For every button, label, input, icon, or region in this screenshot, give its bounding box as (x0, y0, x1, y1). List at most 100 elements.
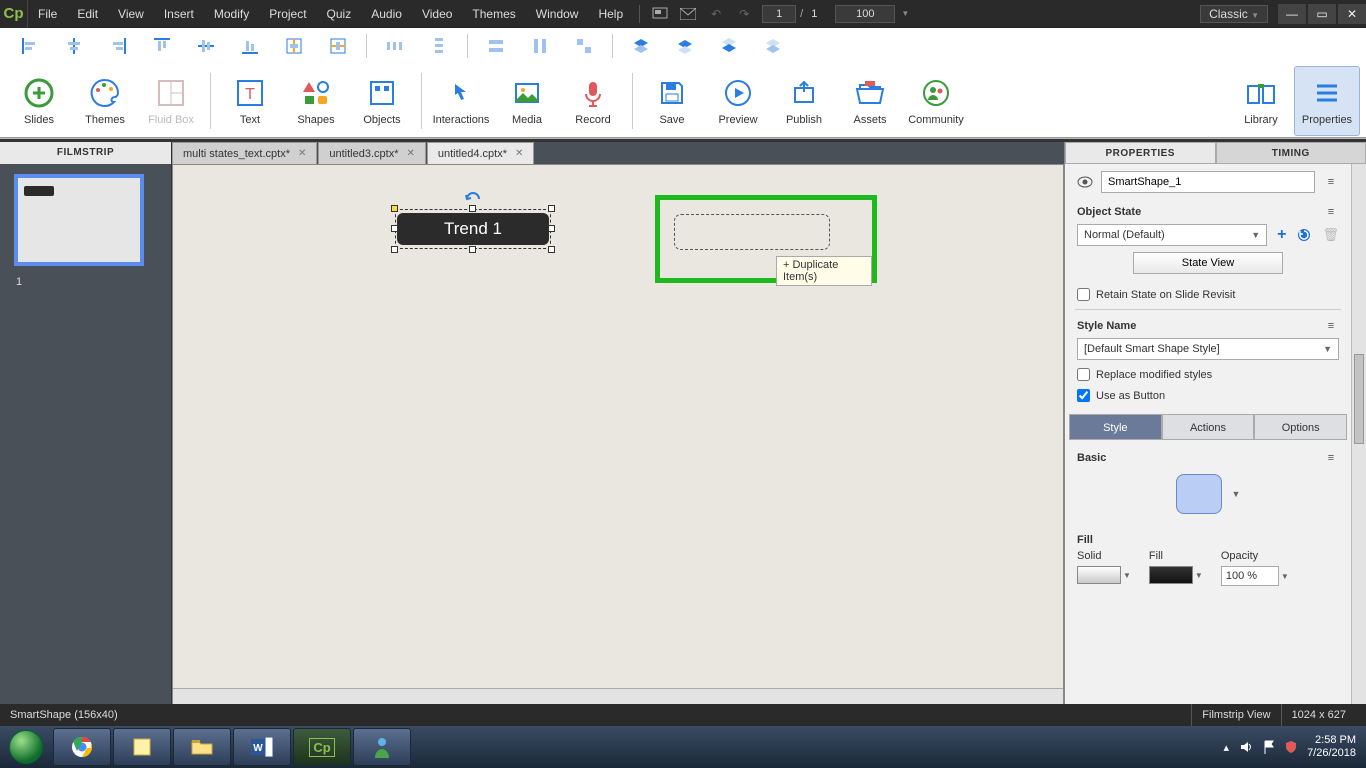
menu-insert[interactable]: Insert (154, 0, 204, 28)
resize-handle-se[interactable] (548, 246, 555, 253)
doc-tab-1[interactable]: untitled3.cptx*✕ (318, 142, 426, 164)
bring-front-icon[interactable] (619, 31, 663, 61)
solid-swatch[interactable] (1077, 566, 1121, 584)
tray-flag-icon[interactable] (1263, 740, 1275, 754)
style-name-dropdown[interactable]: [Default Smart Shape Style]▼ (1077, 338, 1339, 360)
page-current-field[interactable]: 1 (762, 5, 796, 23)
tray-volume-icon[interactable] (1239, 740, 1253, 754)
menu-project[interactable]: Project (259, 0, 316, 28)
retain-state-checkbox[interactable] (1077, 288, 1090, 301)
tray-chevron-icon[interactable]: ▴ (1224, 741, 1230, 754)
zoom-field[interactable]: 100 (835, 5, 895, 23)
taskbar-word[interactable]: W (233, 728, 291, 766)
tray-shield-icon[interactable] (1285, 740, 1297, 754)
properties-button[interactable]: Properties (1294, 66, 1360, 136)
same-size-icon[interactable] (562, 31, 606, 61)
objects-button[interactable]: Objects (349, 66, 415, 136)
mail-icon[interactable] (678, 4, 698, 24)
menu-view[interactable]: View (108, 0, 154, 28)
reset-state-icon[interactable] (1296, 227, 1312, 243)
same-height-icon[interactable] (518, 31, 562, 61)
menu-audio[interactable]: Audio (361, 0, 412, 28)
distribute-v-icon[interactable] (417, 31, 461, 61)
library-button[interactable]: Library (1228, 66, 1294, 136)
opacity-field[interactable]: 100 % (1221, 566, 1279, 586)
add-state-icon[interactable]: + (1277, 226, 1286, 244)
resize-handle-w[interactable] (391, 225, 398, 232)
taskbar-notes[interactable] (113, 728, 171, 766)
taskbar-explorer[interactable] (173, 728, 231, 766)
send-backward-icon[interactable] (707, 31, 751, 61)
tray-clock[interactable]: 2:58 PM7/26/2018 (1307, 734, 1356, 760)
menu-help[interactable]: Help (588, 0, 633, 28)
align-center-h-icon[interactable] (52, 31, 96, 61)
send-back-icon[interactable] (751, 31, 795, 61)
media-button[interactable]: Media (494, 66, 560, 136)
record-button[interactable]: Record (560, 66, 626, 136)
resize-handle-nw[interactable] (391, 205, 398, 212)
delete-state-icon[interactable]: 🗑 (1322, 227, 1339, 243)
close-icon[interactable]: ✕ (298, 148, 306, 159)
doc-tab-2[interactable]: untitled4.cptx*✕ (427, 142, 535, 164)
publish-button[interactable]: Publish (771, 66, 837, 136)
scrollbar-thumb[interactable] (1354, 354, 1364, 444)
drop-target[interactable]: + Duplicate Item(s) (655, 195, 877, 283)
menu-file[interactable]: File (28, 0, 67, 28)
interactions-button[interactable]: Interactions (428, 66, 494, 136)
zoom-caret-icon[interactable]: ▼ (895, 9, 909, 18)
horizontal-scrollbar-thumb[interactable] (547, 692, 717, 703)
fill-swatch[interactable] (1149, 566, 1193, 584)
panel-menu-icon[interactable]: ≡ (1323, 176, 1339, 188)
close-icon[interactable]: ✕ (407, 148, 415, 159)
options-tab[interactable]: Options (1254, 414, 1347, 440)
center-v-slide-icon[interactable] (316, 31, 360, 61)
align-middle-v-icon[interactable] (184, 31, 228, 61)
menu-quiz[interactable]: Quiz (317, 0, 362, 28)
undo-icon[interactable]: ↶ (706, 4, 726, 24)
basic-shape-swatch[interactable] (1176, 474, 1222, 514)
menu-themes[interactable]: Themes (462, 0, 525, 28)
slides-button[interactable]: Slides (6, 66, 72, 136)
same-width-icon[interactable] (474, 31, 518, 61)
assets-button[interactable]: Assets (837, 66, 903, 136)
state-dropdown[interactable]: Normal (Default)▼ (1077, 224, 1267, 246)
text-button[interactable]: TText (217, 66, 283, 136)
use-as-button-checkbox[interactable] (1077, 389, 1090, 402)
visibility-icon[interactable] (1077, 176, 1093, 188)
taskbar-captivate[interactable]: Cp (293, 728, 351, 766)
basic-caret-icon[interactable]: ▼ (1232, 489, 1241, 499)
window-minimize-button[interactable]: — (1278, 4, 1306, 24)
replace-styles-checkbox[interactable] (1077, 368, 1090, 381)
panel-menu-icon[interactable]: ≡ (1323, 452, 1339, 464)
menu-video[interactable]: Video (412, 0, 462, 28)
resize-handle-sw[interactable] (391, 246, 398, 253)
shapes-button[interactable]: Shapes (283, 66, 349, 136)
align-left-icon[interactable] (8, 31, 52, 61)
close-icon[interactable]: ✕ (515, 148, 523, 159)
window-close-button[interactable]: ✕ (1338, 4, 1366, 24)
menu-edit[interactable]: Edit (67, 0, 108, 28)
workspace-switcher[interactable]: Classic ▼ (1200, 5, 1268, 23)
resize-handle-s[interactable] (469, 246, 476, 253)
taskbar-app[interactable] (353, 728, 411, 766)
selected-smartshape[interactable]: Trend 1 (395, 209, 551, 249)
bring-forward-icon[interactable] (663, 31, 707, 61)
state-view-button[interactable]: State View (1133, 252, 1283, 274)
save-button[interactable]: Save (639, 66, 705, 136)
timing-tab[interactable]: TIMING (1216, 142, 1366, 164)
center-h-slide-icon[interactable] (272, 31, 316, 61)
panel-menu-icon[interactable]: ≡ (1323, 320, 1339, 332)
object-name-input[interactable] (1101, 171, 1315, 193)
rotate-handle-icon[interactable] (464, 191, 482, 205)
menu-modify[interactable]: Modify (204, 0, 259, 28)
style-tab[interactable]: Style (1069, 414, 1162, 440)
slide-thumbnail-1[interactable] (14, 174, 144, 266)
distribute-h-icon[interactable] (373, 31, 417, 61)
properties-tab[interactable]: PROPERTIES (1065, 142, 1216, 164)
menu-window[interactable]: Window (526, 0, 589, 28)
align-bottom-icon[interactable] (228, 31, 272, 61)
community-button[interactable]: Community (903, 66, 969, 136)
align-top-icon[interactable] (140, 31, 184, 61)
fluidbox-button[interactable]: Fluid Box (138, 66, 204, 136)
resize-handle-ne[interactable] (548, 205, 555, 212)
